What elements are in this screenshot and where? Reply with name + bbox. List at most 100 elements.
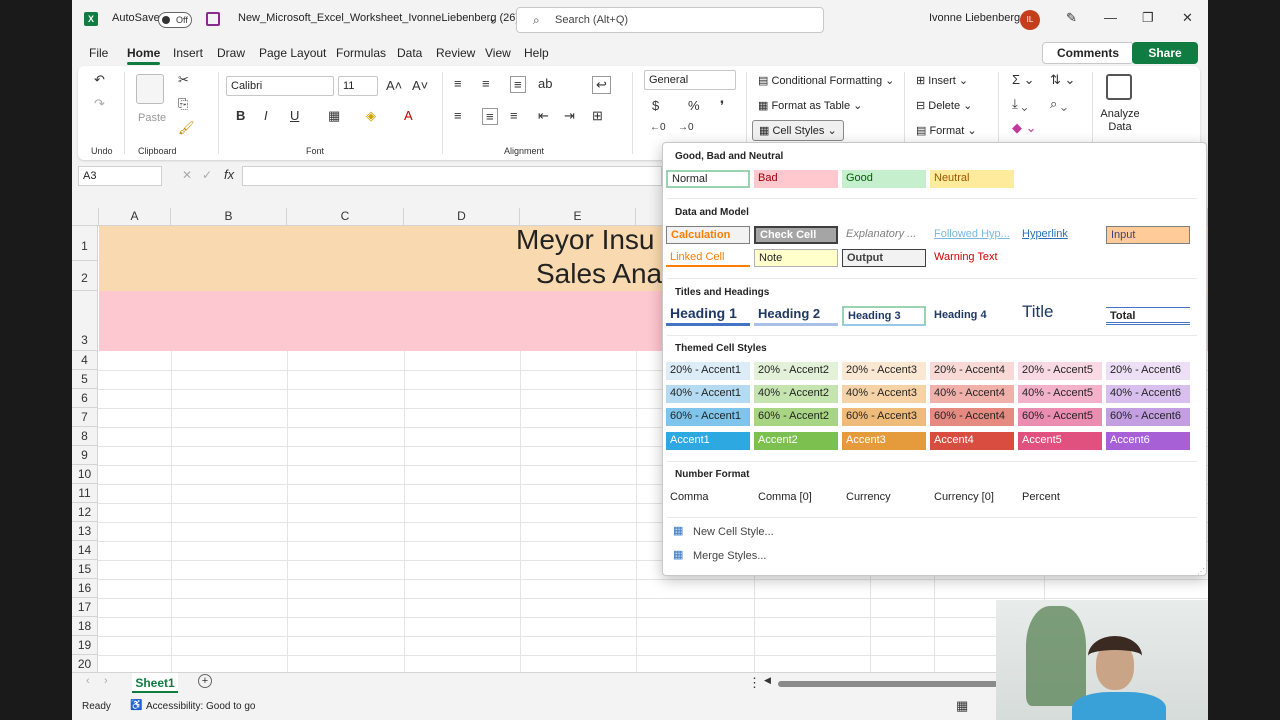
horizontal-scrollbar[interactable] — [778, 681, 998, 687]
close-icon[interactable]: ✕ — [1182, 10, 1193, 26]
format-painter-icon[interactable]: 🖌 — [178, 120, 195, 136]
resize-grip-icon[interactable]: ⋰ — [1197, 567, 1205, 576]
cell-styles-button[interactable]: ▦ Cell Styles ⌄ — [752, 120, 844, 141]
number-format-select[interactable]: General — [644, 70, 736, 90]
undo-icon[interactable]: ↶ — [94, 72, 105, 88]
insert-button[interactable]: ⊞ Insert ⌄ — [916, 74, 968, 87]
restore-icon[interactable]: ❐ — [1142, 10, 1154, 26]
row-header[interactable]: 18 — [72, 617, 98, 636]
row-header[interactable]: 3 — [72, 291, 98, 351]
style-currency-0[interactable]: Currency [0] — [930, 489, 1014, 507]
tab-view[interactable]: View — [485, 46, 511, 60]
comma-icon[interactable]: ❜ — [720, 98, 724, 114]
style-40-accent3[interactable]: 40% - Accent3 — [842, 385, 926, 403]
save-icon[interactable] — [206, 12, 220, 26]
row-header[interactable]: 11 — [72, 484, 98, 503]
style-20-accent4[interactable]: 20% - Accent4 — [930, 362, 1014, 380]
style-60-accent2[interactable]: 60% - Accent2 — [754, 408, 838, 426]
avatar[interactable]: IL — [1020, 10, 1040, 30]
style-accent2[interactable]: Accent2 — [754, 432, 838, 450]
paste-icon[interactable] — [136, 74, 164, 104]
style-warning-text[interactable]: Warning Text — [930, 249, 1014, 267]
new-cell-style-button[interactable]: New Cell Style... — [693, 526, 774, 538]
row-header[interactable]: 16 — [72, 579, 98, 598]
style-accent6[interactable]: Accent6 — [1106, 432, 1190, 450]
autosave-toggle[interactable]: Off — [158, 12, 192, 28]
enter-icon[interactable]: ✓ — [202, 168, 212, 182]
bold-icon[interactable]: B — [236, 108, 245, 123]
row-header[interactable]: 17 — [72, 598, 98, 617]
more-options-icon[interactable]: ⋮ — [748, 675, 761, 691]
analyze-data-button[interactable]: Analyze Data — [1100, 108, 1140, 134]
cancel-icon[interactable]: ✕ — [182, 168, 192, 182]
minimize-icon[interactable]: — — [1104, 10, 1117, 25]
column-header[interactable]: D — [404, 208, 520, 226]
redo-icon[interactable]: ↷ — [94, 96, 105, 112]
column-header[interactable]: A — [99, 208, 171, 226]
row-header[interactable]: 10 — [72, 465, 98, 484]
sheet-tab[interactable]: Sheet1 — [132, 673, 178, 693]
style-comma[interactable]: Comma — [666, 489, 750, 507]
paste-button[interactable]: Paste — [138, 112, 166, 124]
increase-font-icon[interactable]: A˄ — [386, 78, 402, 93]
style-normal[interactable]: Normal — [666, 170, 750, 188]
align-right-icon[interactable]: ≡ — [510, 108, 518, 123]
style-40-accent6[interactable]: 40% - Accent6 — [1106, 385, 1190, 403]
merge-center-icon[interactable]: ⊞ — [592, 108, 603, 124]
style-calculation[interactable]: Calculation — [666, 226, 750, 244]
row-header[interactable]: 12 — [72, 503, 98, 522]
row-header[interactable]: 7 — [72, 408, 98, 427]
decrease-font-icon[interactable]: A˅ — [412, 78, 428, 93]
next-sheet-icon[interactable]: › — [104, 675, 108, 687]
row-header[interactable]: 14 — [72, 541, 98, 560]
row-header[interactable]: 2 — [72, 261, 98, 291]
increase-decimal-icon[interactable]: ←0 — [650, 122, 666, 133]
align-left-icon[interactable]: ≡ — [454, 108, 462, 123]
wrap-text-icon[interactable]: ↩ — [592, 76, 611, 94]
borders-icon[interactable]: ▦ — [328, 108, 340, 124]
style-60-accent4[interactable]: 60% - Accent4 — [930, 408, 1014, 426]
style-followed-hyperlink[interactable]: Followed Hyp... — [930, 226, 1014, 244]
currency-icon[interactable]: $ — [652, 98, 659, 113]
font-size-select[interactable]: 11 — [338, 76, 378, 96]
orientation-icon[interactable]: ab — [538, 76, 552, 91]
style-check-cell[interactable]: Check Cell — [754, 226, 838, 244]
search-input[interactable]: Search (Alt+Q) — [555, 14, 628, 26]
user-name[interactable]: Ivonne Liebenberg — [929, 12, 1020, 24]
add-sheet-icon[interactable]: + — [198, 674, 212, 688]
style-explanatory[interactable]: Explanatory ... — [842, 226, 926, 244]
row-header[interactable]: 9 — [72, 446, 98, 465]
align-bottom-icon[interactable]: ≡ — [510, 76, 526, 93]
delete-button[interactable]: ⊟ Delete ⌄ — [916, 99, 972, 112]
style-heading-2[interactable]: Heading 2 — [754, 305, 838, 326]
fill-icon[interactable]: ⤓ ⌄ — [1012, 96, 1028, 112]
style-percent[interactable]: Percent — [1018, 489, 1102, 507]
tab-file[interactable]: File — [89, 46, 108, 60]
prev-sheet-icon[interactable]: ‹ — [86, 675, 90, 687]
style-accent5[interactable]: Accent5 — [1018, 432, 1102, 450]
sort-filter-icon[interactable]: ⇅ ⌄ — [1050, 72, 1075, 88]
normal-view-icon[interactable]: ▦ — [956, 698, 968, 714]
style-accent3[interactable]: Accent3 — [842, 432, 926, 450]
find-icon[interactable]: ⌕ ⌄ — [1050, 96, 1067, 112]
filename[interactable]: New_Microsoft_Excel_Worksheet_IvonneLieb… — [238, 12, 519, 24]
underline-icon[interactable]: U — [290, 108, 299, 123]
align-top-icon[interactable]: ≡ — [454, 76, 462, 91]
style-neutral[interactable]: Neutral — [930, 170, 1014, 188]
search-box[interactable]: ⌕ Search (Alt+Q) — [516, 7, 824, 33]
accessibility-status[interactable]: Accessibility: Good to go — [146, 701, 256, 712]
increase-indent-icon[interactable]: ⇥ — [564, 108, 575, 124]
align-middle-icon[interactable]: ≡ — [482, 76, 490, 91]
autosum-icon[interactable]: Σ ⌄ — [1012, 72, 1035, 88]
conditional-formatting-button[interactable]: ▤ Conditional Formatting ⌄ — [758, 74, 894, 87]
style-title[interactable]: Title — [1018, 303, 1102, 325]
scroll-left-icon[interactable]: ◀ — [764, 675, 771, 686]
style-60-accent3[interactable]: 60% - Accent3 — [842, 408, 926, 426]
row-header[interactable]: 13 — [72, 522, 98, 541]
name-box[interactable]: A3 — [78, 166, 162, 186]
style-bad[interactable]: Bad — [754, 170, 838, 188]
fill-color-icon[interactable]: ◈ — [366, 108, 376, 124]
style-linked-cell[interactable]: Linked Cell — [666, 249, 750, 267]
style-heading-1[interactable]: Heading 1 — [666, 305, 750, 326]
select-all-corner[interactable] — [72, 208, 99, 226]
